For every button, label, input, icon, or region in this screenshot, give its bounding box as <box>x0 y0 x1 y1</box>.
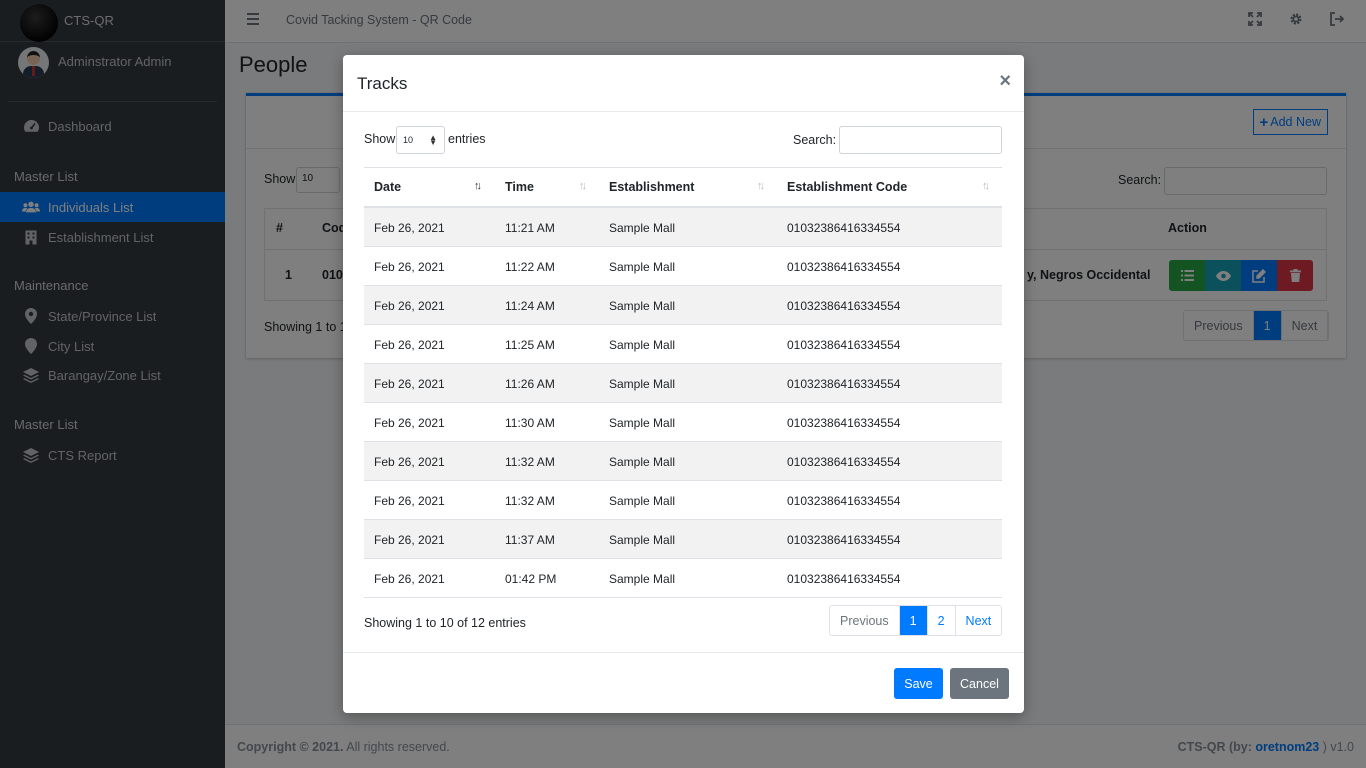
cell-establishment: Sample Mall <box>609 455 676 469</box>
cell-establishment-code: 01032386416334554 <box>787 260 901 274</box>
table-row: Feb 26, 2021 11:26 AM Sample Mall 010323864… <box>364 364 1002 403</box>
table-header: Date ↑↓ Time ↑↓ Establishment ↑↓ Establi… <box>364 167 1002 208</box>
cell-establishment-code: 01032386416334554 <box>787 377 901 391</box>
pagination-previous[interactable]: Previous <box>830 606 900 635</box>
th-date[interactable]: Date <box>374 180 401 194</box>
table-row: Feb 26, 2021 11:32 AM Sample Mall 010323864… <box>364 442 1002 481</box>
table-row: Feb 26, 2021 11:25 AM Sample Mall 010323864… <box>364 325 1002 364</box>
cell-establishment: Sample Mall <box>609 572 676 586</box>
modal-title: Tracks <box>357 74 408 93</box>
cell-establishment: Sample Mall <box>609 221 676 235</box>
table-row: Feb 26, 2021 11:21 AM Sample Mall 010323864… <box>364 208 1002 247</box>
cell-establishment: Sample Mall <box>609 299 676 313</box>
cell-date: Feb 26, 2021 <box>374 455 445 469</box>
th-time[interactable]: Time <box>505 180 534 194</box>
cell-date: Feb 26, 2021 <box>374 572 445 586</box>
entries-select[interactable]: 10 ▲ ▼ <box>396 126 445 154</box>
cell-time: 11:25 AM <box>505 338 555 352</box>
table-row: Feb 26, 2021 11:37 AM Sample Mall 010323864… <box>364 520 1002 559</box>
pagination-page-2[interactable]: 2 <box>928 606 956 635</box>
search-label: Search: <box>793 133 837 147</box>
cell-establishment: Sample Mall <box>609 494 676 508</box>
entries-label: entries <box>448 132 486 146</box>
cell-time: 01:42 PM <box>505 572 557 586</box>
cell-time: 11:26 AM <box>505 377 555 391</box>
table-row: Feb 26, 2021 11:32 AM Sample Mall 010323864… <box>364 481 1002 520</box>
cell-establishment: Sample Mall <box>609 416 676 430</box>
cell-establishment-code: 01032386416334554 <box>787 455 901 469</box>
pagination-next[interactable]: Next <box>956 606 1002 635</box>
sort-asc-icon[interactable]: ↑↓ <box>474 180 482 192</box>
pagination-page-1[interactable]: 1 <box>899 606 928 635</box>
cancel-button[interactable]: Cancel <box>950 668 1009 699</box>
show-label: Show <box>364 132 396 146</box>
cell-time: 11:22 AM <box>505 260 555 274</box>
th-establishment[interactable]: Establishment <box>609 180 694 194</box>
cell-establishment: Sample Mall <box>609 377 676 391</box>
cell-establishment-code: 01032386416334554 <box>787 299 901 313</box>
cell-time: 11:32 AM <box>505 494 555 508</box>
cell-establishment-code: 01032386416334554 <box>787 221 901 235</box>
cell-date: Feb 26, 2021 <box>374 260 445 274</box>
cell-date: Feb 26, 2021 <box>374 533 445 547</box>
cell-establishment: Sample Mall <box>609 533 676 547</box>
cell-establishment: Sample Mall <box>609 260 676 274</box>
cell-time: 11:21 AM <box>505 221 555 235</box>
select-arrows-icon: ▲ ▼ <box>429 133 437 147</box>
cell-time: 11:30 AM <box>505 416 555 430</box>
cell-date: Feb 26, 2021 <box>374 221 445 235</box>
pagination: Previous 1 2 Next <box>829 605 1003 636</box>
cell-time: 11:32 AM <box>505 455 555 469</box>
cell-date: Feb 26, 2021 <box>374 377 445 391</box>
table-row: Feb 26, 2021 11:24 AM Sample Mall 010323864… <box>364 286 1002 325</box>
cell-establishment-code: 01032386416334554 <box>787 494 901 508</box>
tracks-table: Date ↑↓ Time ↑↓ Establishment ↑↓ Establi… <box>364 167 1002 598</box>
table-row: Feb 26, 2021 11:22 AM Sample Mall 010323864… <box>364 247 1002 286</box>
cell-establishment-code: 01032386416334554 <box>787 533 901 547</box>
cell-establishment: Sample Mall <box>609 338 676 352</box>
close-icon[interactable]: × <box>999 71 1011 91</box>
cell-date: Feb 26, 2021 <box>374 416 445 430</box>
cell-date: Feb 26, 2021 <box>374 494 445 508</box>
save-button[interactable]: Save <box>894 668 943 699</box>
tracks-modal: Tracks × Show 10 ▲ ▼ entries Search: Date… <box>343 55 1024 713</box>
table-row: Feb 26, 2021 11:30 AM Sample Mall 010323864… <box>364 403 1002 442</box>
cell-date: Feb 26, 2021 <box>374 299 445 313</box>
th-establishment-code[interactable]: Establishment Code <box>787 180 907 194</box>
sort-icon[interactable]: ↑↓ <box>982 180 990 192</box>
cell-establishment-code: 01032386416334554 <box>787 572 901 586</box>
sort-icon[interactable]: ↑↓ <box>579 180 587 192</box>
cell-establishment-code: 01032386416334554 <box>787 338 901 352</box>
cell-establishment-code: 01032386416334554 <box>787 416 901 430</box>
sort-icon[interactable]: ↑↓ <box>757 180 765 192</box>
table-info: Showing 1 to 10 of 12 entries <box>364 616 526 630</box>
table-row: Feb 26, 2021 01:42 PM Sample Mall 010323864… <box>364 559 1002 598</box>
search-input[interactable] <box>839 126 1002 154</box>
cell-time: 11:24 AM <box>505 299 555 313</box>
cell-time: 11:37 AM <box>505 533 555 547</box>
cell-date: Feb 26, 2021 <box>374 338 445 352</box>
